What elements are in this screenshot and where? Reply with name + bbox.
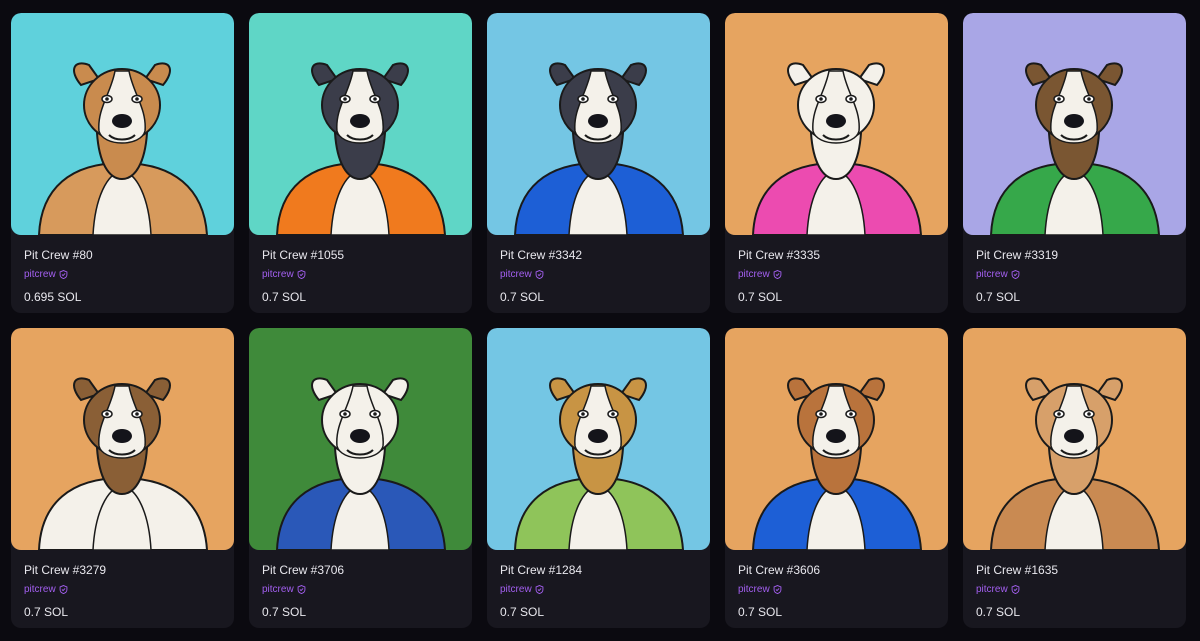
collection-link[interactable]: pitcrew xyxy=(24,268,221,281)
nft-price: 0.7 SOL xyxy=(262,290,307,304)
collection-link[interactable]: pitcrew xyxy=(976,268,1173,281)
nft-title[interactable]: Pit Crew #1055 xyxy=(262,248,459,262)
dog-portrait xyxy=(249,13,472,235)
nft-artwork[interactable] xyxy=(249,13,472,235)
collection-name[interactable]: pitcrew xyxy=(500,268,532,281)
nft-card[interactable]: Pit Crew #1055 pitcrew 0.7 SOL xyxy=(249,13,472,313)
nft-card[interactable]: Pit Crew #3279 pitcrew 0.7 SOL xyxy=(11,328,234,628)
nft-card[interactable]: Pit Crew #1284 pitcrew 0.7 SOL xyxy=(487,328,710,628)
collection-name[interactable]: pitcrew xyxy=(24,583,56,596)
dog-portrait xyxy=(249,328,472,550)
nft-card[interactable]: Pit Crew #3335 pitcrew 0.7 SOL xyxy=(725,13,948,313)
dog-portrait xyxy=(725,328,948,550)
nft-price: 0.7 SOL xyxy=(500,605,545,619)
collection-link[interactable]: pitcrew xyxy=(24,583,221,596)
collection-link[interactable]: pitcrew xyxy=(262,268,459,281)
verified-badge-icon xyxy=(1011,270,1020,279)
nft-price: 0.7 SOL xyxy=(976,605,1021,619)
nft-title[interactable]: Pit Crew #1284 xyxy=(500,563,697,577)
collection-name[interactable]: pitcrew xyxy=(262,268,294,281)
dog-portrait xyxy=(725,13,948,235)
nft-artwork[interactable] xyxy=(487,13,710,235)
nft-price: 0.7 SOL xyxy=(738,290,783,304)
dog-portrait xyxy=(487,328,710,550)
nft-artwork[interactable] xyxy=(487,328,710,550)
collection-name[interactable]: pitcrew xyxy=(262,583,294,596)
nft-title[interactable]: Pit Crew #1635 xyxy=(976,563,1173,577)
nft-card[interactable]: Pit Crew #3319 pitcrew 0.7 SOL xyxy=(963,13,1186,313)
dog-portrait xyxy=(11,328,234,550)
collection-link[interactable]: pitcrew xyxy=(738,268,935,281)
nft-card[interactable]: Pit Crew #3606 pitcrew 0.7 SOL xyxy=(725,328,948,628)
verified-badge-icon xyxy=(59,585,68,594)
nft-title[interactable]: Pit Crew #80 xyxy=(24,248,221,262)
nft-title[interactable]: Pit Crew #3606 xyxy=(738,563,935,577)
nft-artwork[interactable] xyxy=(249,328,472,550)
collection-name[interactable]: pitcrew xyxy=(738,268,770,281)
nft-title[interactable]: Pit Crew #3319 xyxy=(976,248,1173,262)
nft-artwork[interactable] xyxy=(725,13,948,235)
nft-artwork[interactable] xyxy=(11,13,234,235)
nft-price: 0.695 SOL xyxy=(24,290,82,304)
dog-portrait xyxy=(11,13,234,235)
dog-portrait xyxy=(963,13,1186,235)
verified-badge-icon xyxy=(535,270,544,279)
collection-link[interactable]: pitcrew xyxy=(976,583,1173,596)
nft-price: 0.7 SOL xyxy=(500,290,545,304)
nft-price: 0.7 SOL xyxy=(738,605,783,619)
nft-card[interactable]: Pit Crew #1635 pitcrew 0.7 SOL xyxy=(963,328,1186,628)
nft-price: 0.7 SOL xyxy=(976,290,1021,304)
collection-link[interactable]: pitcrew xyxy=(262,583,459,596)
collection-name[interactable]: pitcrew xyxy=(976,268,1008,281)
nft-artwork[interactable] xyxy=(11,328,234,550)
collection-name[interactable]: pitcrew xyxy=(24,268,56,281)
verified-badge-icon xyxy=(773,270,782,279)
dog-portrait xyxy=(487,13,710,235)
nft-price: 0.7 SOL xyxy=(24,605,69,619)
nft-price: 0.7 SOL xyxy=(262,605,307,619)
nft-artwork[interactable] xyxy=(963,328,1186,550)
collection-link[interactable]: pitcrew xyxy=(738,583,935,596)
nft-title[interactable]: Pit Crew #3342 xyxy=(500,248,697,262)
collection-name[interactable]: pitcrew xyxy=(738,583,770,596)
nft-card[interactable]: Pit Crew #3706 pitcrew 0.7 SOL xyxy=(249,328,472,628)
verified-badge-icon xyxy=(59,270,68,279)
collection-link[interactable]: pitcrew xyxy=(500,268,697,281)
nft-title[interactable]: Pit Crew #3335 xyxy=(738,248,935,262)
verified-badge-icon xyxy=(773,585,782,594)
verified-badge-icon xyxy=(1011,585,1020,594)
nft-artwork[interactable] xyxy=(725,328,948,550)
nft-listing-grid: Pit Crew #80 pitcrew 0.695 SOL Pit Crew … xyxy=(11,13,1186,628)
nft-title[interactable]: Pit Crew #3279 xyxy=(24,563,221,577)
verified-badge-icon xyxy=(297,270,306,279)
nft-title[interactable]: Pit Crew #3706 xyxy=(262,563,459,577)
collection-name[interactable]: pitcrew xyxy=(976,583,1008,596)
dog-portrait xyxy=(963,328,1186,550)
nft-card[interactable]: Pit Crew #3342 pitcrew 0.7 SOL xyxy=(487,13,710,313)
verified-badge-icon xyxy=(535,585,544,594)
nft-artwork[interactable] xyxy=(963,13,1186,235)
verified-badge-icon xyxy=(297,585,306,594)
collection-name[interactable]: pitcrew xyxy=(500,583,532,596)
nft-card[interactable]: Pit Crew #80 pitcrew 0.695 SOL xyxy=(11,13,234,313)
collection-link[interactable]: pitcrew xyxy=(500,583,697,596)
